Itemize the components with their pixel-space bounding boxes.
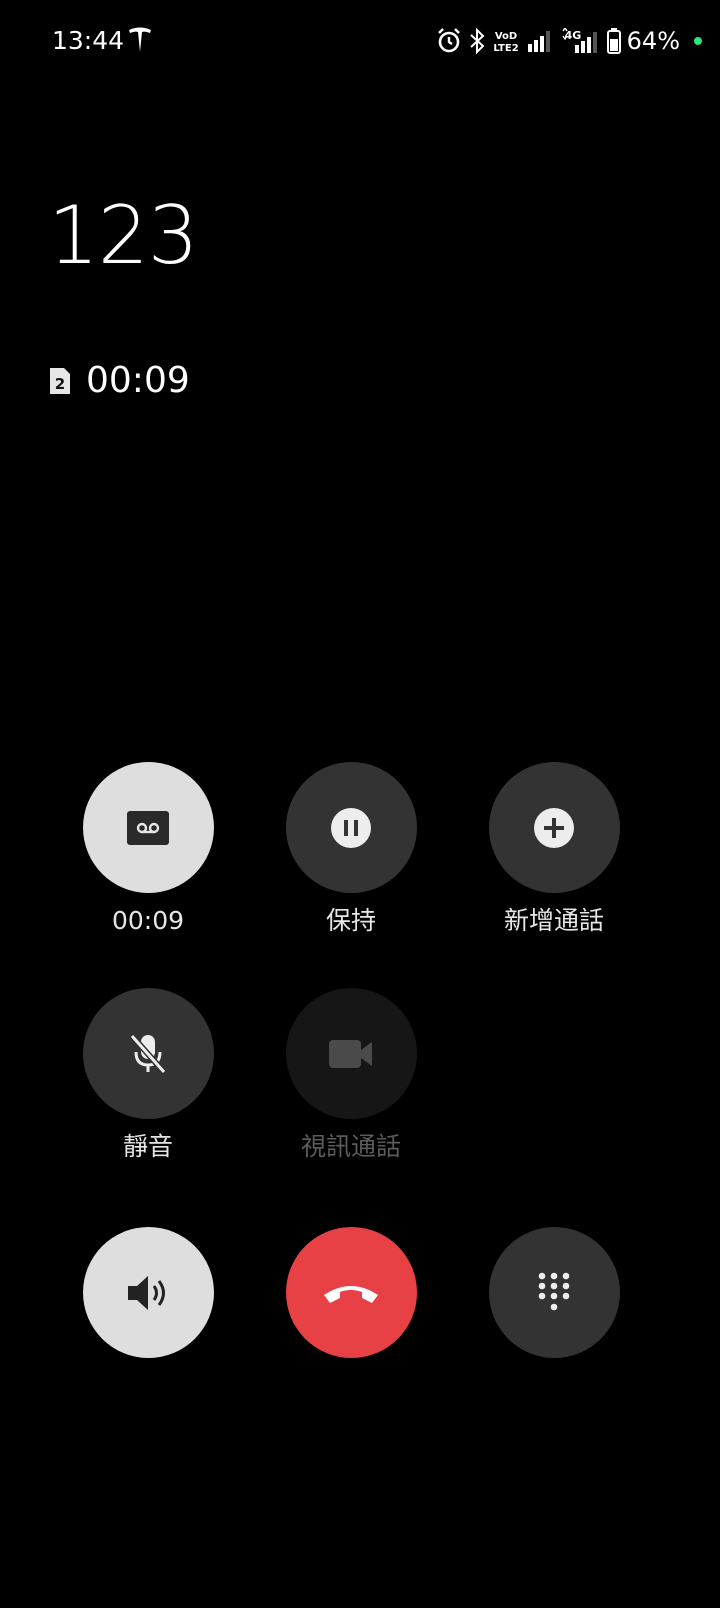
battery-percentage: 64% — [626, 27, 680, 55]
add-call-label: 新增通話 — [503, 906, 604, 935]
call-duration: 00:09 — [86, 360, 190, 401]
status-bar: 13:44 VoD LTE2 4G 64% — [0, 0, 720, 84]
call-meta: 2 00:09 — [48, 358, 190, 404]
bluetooth-icon — [469, 28, 485, 54]
video-call-label: 視訊通話 — [300, 1132, 401, 1161]
speaker-action — [48, 1227, 248, 1358]
signal-4g-icon: 4G — [562, 28, 597, 53]
hold-action: 保持 — [251, 762, 451, 937]
mute-action: 靜音 — [48, 988, 248, 1163]
alarm-icon — [437, 28, 460, 53]
video-call-button[interactable] — [285, 988, 417, 1119]
svg-text:LTE2: LTE2 — [493, 43, 518, 53]
record-icon — [127, 810, 169, 845]
sim-card-icon: 2 — [50, 368, 70, 394]
record-label: 00:09 — [111, 906, 185, 935]
mic-off-icon — [129, 1033, 167, 1074]
volte-icon: VoD LTE2 — [493, 31, 518, 53]
sim-slot-number: 2 — [55, 375, 65, 393]
svg-text:4G: 4G — [564, 29, 581, 42]
add-call-action: 新增通話 — [454, 762, 654, 937]
status-time: 13:44 — [52, 26, 125, 55]
video-call-action: 視訊通話 — [251, 988, 451, 1163]
end-call-button[interactable] — [285, 1227, 417, 1358]
signal-strength-icon — [527, 31, 550, 52]
mute-label: 靜音 — [122, 1132, 173, 1161]
record-button[interactable] — [82, 762, 214, 893]
charging-dot — [694, 37, 702, 45]
speaker-button[interactable] — [82, 1227, 214, 1358]
svg-text:VoD: VoD — [494, 31, 516, 42]
mute-button[interactable] — [82, 988, 214, 1119]
end-call-action — [251, 1227, 451, 1358]
dialpad-icon — [538, 1272, 570, 1310]
status-icons: VoD LTE2 4G 64% — [437, 24, 702, 58]
video-icon — [329, 1039, 372, 1068]
hold-label: 保持 — [325, 906, 376, 935]
hang-up-icon — [324, 1285, 378, 1303]
caller-number: 123 — [48, 189, 199, 282]
hold-button[interactable] — [285, 762, 417, 893]
pause-icon — [331, 807, 371, 848]
tesla-app-icon — [129, 27, 151, 52]
add-call-button[interactable] — [488, 762, 620, 893]
battery-icon — [606, 28, 621, 54]
record-action: 00:09 — [48, 762, 248, 937]
keypad-button[interactable] — [488, 1227, 620, 1358]
speaker-icon — [128, 1275, 165, 1310]
keypad-action — [454, 1227, 654, 1358]
add-call-icon — [534, 807, 574, 848]
